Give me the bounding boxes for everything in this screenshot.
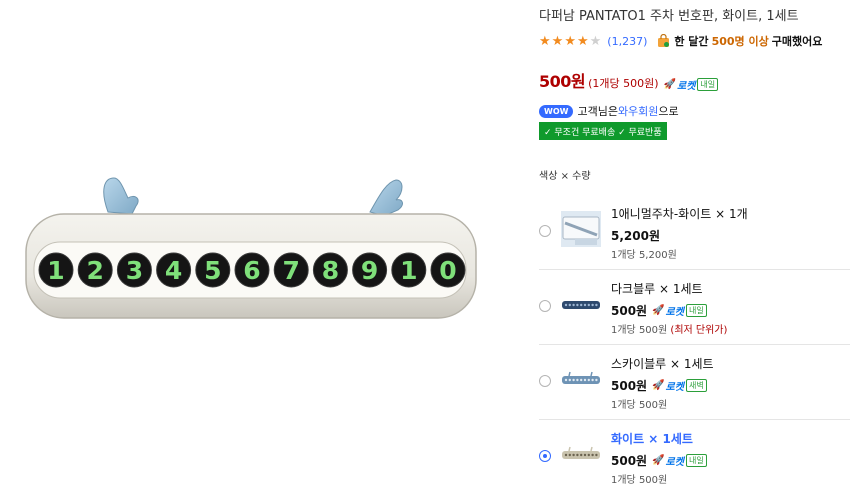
option-unit-price: 1개당 500원 <box>611 325 668 336</box>
rocket-icon: 🚀 <box>663 79 677 90</box>
plate-digit: 0 <box>439 256 456 285</box>
rocket-label: 로켓 <box>665 307 684 318</box>
rocket-label: 로켓 <box>677 81 696 92</box>
option-name: 다크블루 × 1세트 <box>611 282 703 296</box>
star-icon: ★ <box>564 33 576 49</box>
option-item[interactable]: 1애니멀주차-화이트 × 1개 5,200원 1개당 5,200원 <box>539 195 850 270</box>
wow-text-suffix: 으로 <box>658 105 679 118</box>
option-unit-price: 1개당 5,200원 <box>611 250 677 261</box>
option-price: 500원 <box>611 304 648 318</box>
option-list: 1애니멀주차-화이트 × 1개 5,200원 1개당 5,200원다크블루 × 1세… <box>539 195 850 489</box>
option-thumbnail <box>561 359 601 399</box>
option-unit-price: 1개당 500원 <box>611 475 668 486</box>
option-label: 색상 × 수량 <box>539 171 591 182</box>
star-icon: ★ <box>539 33 551 49</box>
rocket-icon: 🚀 <box>652 380 665 391</box>
delivery-day-badge: 새벽 <box>685 379 707 392</box>
option-item[interactable]: 스카이블루 × 1세트 500원 🚀 로켓 새벽 1개당 500원 <box>539 345 850 420</box>
rocket-delivery-badge: 🚀 로켓 내일 <box>652 303 707 318</box>
delivery-day-badge: 내일 <box>697 78 719 91</box>
rocket-delivery-badge: 🚀 로켓 내일 <box>652 453 707 468</box>
rocket-label: 로켓 <box>665 457 684 468</box>
option-radio[interactable] <box>539 225 551 237</box>
wow-text-prefix: 고객님은 <box>577 105 618 118</box>
buyers-count: 500명 이상 <box>711 35 769 48</box>
parking-plate-illustration: 12345678910 <box>25 177 477 319</box>
plate-digit: 7 <box>282 256 299 285</box>
plate-digit: 5 <box>204 256 221 285</box>
product-image: 12345678910 <box>0 150 500 350</box>
plate-digit: 4 <box>165 256 182 285</box>
option-radio[interactable] <box>539 450 551 462</box>
unit-price: (1개당 500원) <box>588 77 659 90</box>
wow-badge: WOW <box>539 104 574 118</box>
rocket-delivery-badge: 🚀 로켓 새벽 <box>652 378 707 393</box>
option-thumbnail <box>561 209 601 249</box>
star-icon: ★ <box>576 33 589 49</box>
plate-digits: 12345678910 <box>38 252 466 288</box>
wow-member-link[interactable]: 와우회원 <box>618 103 658 119</box>
delivery-day-badge: 내일 <box>685 304 707 317</box>
plate-digit: 9 <box>361 256 378 285</box>
option-price: 500원 <box>611 454 648 468</box>
option-item[interactable]: 다크블루 × 1세트 500원 🚀 로켓 내일 1개당 500원 (최저 단위가) <box>539 270 850 345</box>
option-name: 화이트 × 1세트 <box>611 432 693 446</box>
price-row: 500원 (1개당 500원) 🚀 로켓 내일 <box>539 68 719 92</box>
buyers-prefix: 한 달간 <box>674 35 709 48</box>
right-antler <box>369 179 403 217</box>
rocket-icon: 🚀 <box>652 455 665 466</box>
rocket-label: 로켓 <box>665 382 684 393</box>
option-price: 5,200원 <box>611 229 660 243</box>
star-icon: ★ <box>551 33 564 49</box>
plate-digit: 6 <box>243 256 260 285</box>
review-count-link[interactable]: (1,237) <box>607 35 647 48</box>
delivery-day-badge: 내일 <box>685 454 707 467</box>
shopping-bag-icon <box>658 34 670 47</box>
purchase-count: 한 달간 500명 이상 구매했어요 <box>657 33 822 49</box>
option-radio[interactable] <box>539 375 551 387</box>
rocket-icon: 🚀 <box>652 305 665 316</box>
wow-membership-row: WOW 고객님은 와우회원 으로 <box>539 103 679 119</box>
sale-price: 500원 <box>539 72 586 91</box>
plate-digit: 1 <box>400 256 417 285</box>
option-thumbnail <box>561 284 601 324</box>
option-thumbnail <box>561 434 601 474</box>
option-radio[interactable] <box>539 300 551 312</box>
plate-digit: 8 <box>322 256 339 285</box>
product-title: 다퍼남 PANTATO1 주차 번호판, 화이트, 1세트 <box>539 9 799 24</box>
free-shipping-banner: ✓ 무조건 무료배송 ✓ 무료반품 <box>539 122 667 140</box>
option-name: 스카이블루 × 1세트 <box>611 357 714 371</box>
left-antler <box>103 177 139 215</box>
plate-digit: 1 <box>47 256 64 285</box>
lowest-unit-price-tag: (최저 단위가) <box>667 325 728 336</box>
rating-row: ★ ★ ★ ★ ★ (1,237) 한 달간 500명 이상 구매했어요 <box>539 32 822 50</box>
rocket-delivery-badge: 🚀 로켓 내일 <box>664 77 719 92</box>
star-icon: ★ <box>589 33 602 49</box>
option-unit-price: 1개당 500원 <box>611 400 668 411</box>
option-item[interactable]: 화이트 × 1세트 500원 🚀 로켓 내일 1개당 500원 <box>539 420 850 489</box>
star-rating[interactable]: ★ ★ ★ ★ ★ <box>539 35 601 48</box>
plate-digit: 3 <box>126 256 143 285</box>
plate-digit: 2 <box>86 256 103 285</box>
option-price: 500원 <box>611 379 648 393</box>
buyers-suffix: 구매했어요 <box>771 35 823 48</box>
option-name: 1애니멀주차-화이트 × 1개 <box>611 207 748 221</box>
